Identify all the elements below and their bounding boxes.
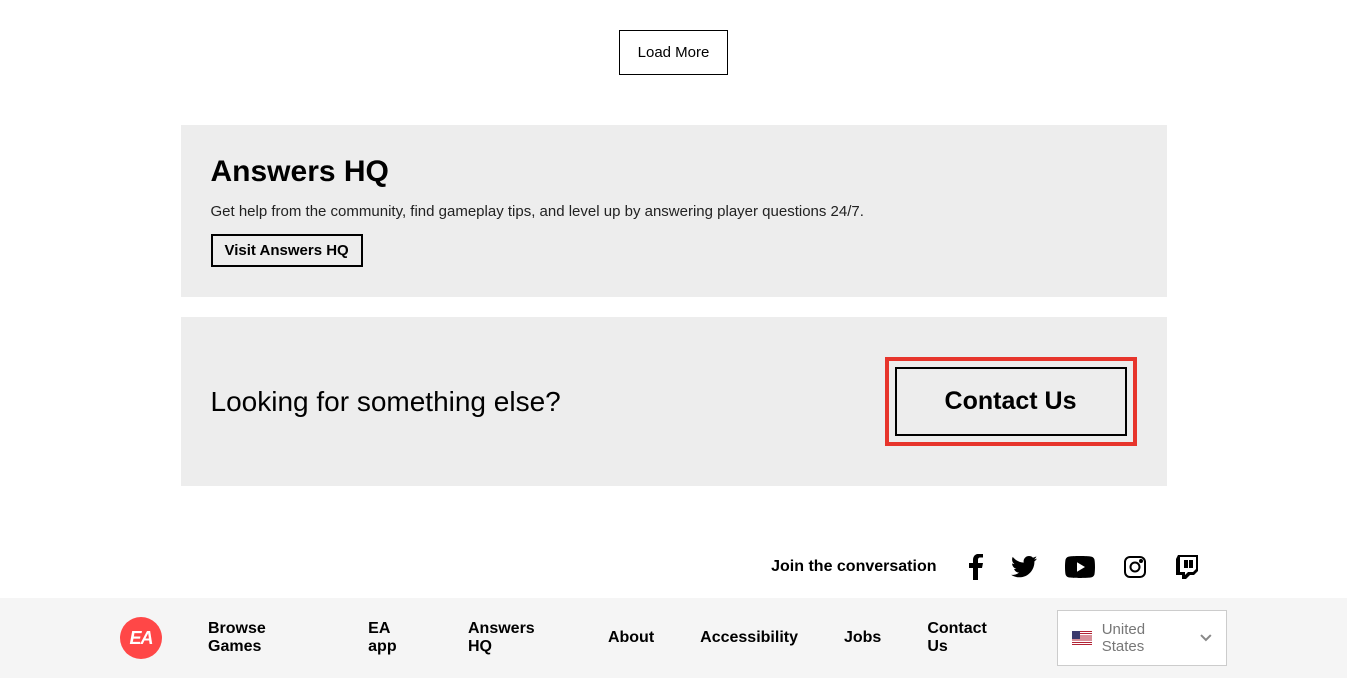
ea-logo-text: EA xyxy=(129,628,152,649)
footer-link-contact-us[interactable]: Contact Us xyxy=(927,620,1010,656)
load-more-button[interactable]: Load More xyxy=(619,30,729,75)
twitch-icon[interactable] xyxy=(1175,554,1199,580)
footer-link-browse-games[interactable]: Browse Games xyxy=(208,620,322,656)
country-text: United States xyxy=(1102,621,1190,655)
facebook-icon[interactable] xyxy=(969,554,983,580)
footer-bar: EA Browse Games EA app Answers HQ About … xyxy=(0,598,1347,678)
country-selector[interactable]: United States xyxy=(1057,610,1227,666)
chevron-down-icon xyxy=(1200,634,1212,642)
footer-link-ea-app[interactable]: EA app xyxy=(368,620,422,656)
footer-link-answers-hq[interactable]: Answers HQ xyxy=(468,620,562,656)
contact-title: Looking for something else? xyxy=(211,386,561,418)
social-row: Join the conversation xyxy=(119,534,1229,598)
us-flag-icon xyxy=(1072,631,1092,645)
ea-logo[interactable]: EA xyxy=(120,617,162,659)
answers-hq-description: Get help from the community, find gamepl… xyxy=(211,203,1137,220)
youtube-icon[interactable] xyxy=(1065,556,1095,578)
instagram-icon[interactable] xyxy=(1123,555,1147,579)
contact-highlight: Contact Us xyxy=(885,357,1137,446)
footer-link-about[interactable]: About xyxy=(608,629,654,647)
answers-hq-panel: Answers HQ Get help from the community, … xyxy=(181,125,1167,297)
twitter-icon[interactable] xyxy=(1011,556,1037,578)
social-label: Join the conversation xyxy=(771,558,936,576)
footer-link-jobs[interactable]: Jobs xyxy=(844,629,881,647)
footer-link-accessibility[interactable]: Accessibility xyxy=(700,629,798,647)
answers-hq-title: Answers HQ xyxy=(211,155,1137,189)
contact-us-button[interactable]: Contact Us xyxy=(895,367,1127,436)
contact-panel: Looking for something else? Contact Us xyxy=(181,317,1167,486)
visit-answers-hq-button[interactable]: Visit Answers HQ xyxy=(211,234,363,267)
